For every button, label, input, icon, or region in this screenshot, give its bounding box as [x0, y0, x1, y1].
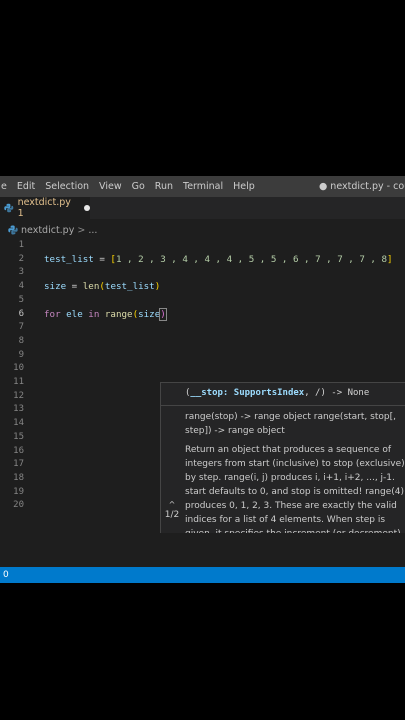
menu-file[interactable]: e	[0, 181, 12, 192]
line-number: 8	[18, 335, 24, 346]
code-token: =	[66, 281, 83, 293]
line-number: 9	[18, 349, 24, 360]
breadcrumb-file[interactable]: nextdict.py	[21, 225, 74, 236]
overload-nav: ^ 1/2	[163, 500, 181, 520]
line-number: 14	[13, 418, 24, 429]
code-line-4[interactable]: size = len(test_list)	[44, 280, 160, 293]
code-token: 1 , 2 , 3 , 4 , 4 , 4 , 5 , 5 , 6 , 7 , …	[115, 253, 387, 265]
signature-text: (__stop: SupportsIndex, /) -> None	[185, 388, 369, 398]
line-number: 10	[13, 363, 24, 374]
signature-help-popup: (__stop: SupportsIndex, /) -> None range…	[160, 382, 405, 533]
problems-count[interactable]: 0	[3, 570, 9, 580]
code-token: )	[154, 281, 161, 293]
code-token: test_list	[104, 281, 155, 293]
code-token: ]	[387, 253, 393, 265]
line-number: 11	[13, 377, 24, 387]
code-token: size	[44, 281, 67, 293]
doc-body: Return an object that produces a sequenc…	[185, 445, 405, 533]
line-number: 5	[18, 294, 24, 305]
line-number: 1	[18, 240, 24, 250]
menu-view[interactable]: View	[94, 181, 127, 192]
code-line-2[interactable]: test_list = [1 , 2 , 3 , 4 , 4 , 4 , 5 ,…	[44, 253, 393, 266]
line-number: 19	[13, 486, 24, 497]
code-token: len	[82, 281, 100, 293]
code-token: in	[88, 308, 100, 320]
tab-label: nextdict.py 1	[17, 197, 71, 219]
code-editor[interactable]: 1 2 3 4 5 6 7 8 9 10 11 12 13 14 15 16 1…	[0, 239, 405, 567]
code-token: ele	[60, 308, 89, 320]
code-line-6[interactable]: for ele in range(size)	[44, 307, 167, 321]
window-title: ● nextdict.py - courser	[319, 181, 405, 192]
menu-go[interactable]: Go	[127, 181, 150, 192]
python-file-icon	[8, 225, 18, 235]
signature-rest: , /) -> None	[304, 388, 370, 398]
menu-edit[interactable]: Edit	[12, 181, 40, 192]
line-number: 12	[13, 390, 24, 401]
menu-terminal[interactable]: Terminal	[178, 181, 228, 192]
line-number: 15	[13, 431, 24, 442]
line-number: 4	[18, 281, 24, 292]
menu-selection[interactable]: Selection	[40, 181, 94, 192]
line-number: 6	[18, 308, 24, 319]
line-number: 17	[13, 459, 24, 470]
menu-bar: e Edit Selection View Go Run Terminal He…	[0, 176, 405, 197]
code-token: test_list	[44, 253, 94, 265]
line-number: 3	[18, 267, 24, 278]
python-file-icon	[4, 203, 14, 213]
code-token: size	[138, 308, 161, 320]
breadcrumb-separator: >	[77, 224, 86, 236]
line-number: 20	[13, 500, 24, 511]
active-parameter: __stop: SupportsIndex	[190, 388, 305, 398]
unsaved-dot-icon[interactable]	[84, 205, 90, 211]
tab-bar: nextdict.py 1	[0, 197, 405, 219]
chevron-up-icon[interactable]: ^	[163, 500, 181, 510]
line-number: 13	[13, 404, 24, 415]
popup-divider	[161, 405, 405, 406]
menu-run[interactable]: Run	[150, 181, 178, 192]
code-token: range	[99, 308, 133, 320]
tab-nextdict[interactable]: nextdict.py 1	[0, 197, 90, 219]
overload-counter: 1/2	[164, 510, 180, 520]
breadcrumb: nextdict.py > ...	[0, 221, 97, 239]
line-number: 18	[13, 472, 24, 483]
status-bar: 0	[0, 567, 405, 583]
line-number: 7	[18, 322, 24, 333]
line-number: 2	[18, 253, 24, 264]
code-token: for	[44, 308, 61, 320]
line-number: 16	[13, 445, 24, 456]
vscode-window: e Edit Selection View Go Run Terminal He…	[0, 176, 405, 583]
doc-summary: range(stop) -> range object range(start,…	[185, 412, 396, 436]
code-token: =	[93, 253, 111, 265]
menu-help[interactable]: Help	[228, 181, 260, 192]
breadcrumb-symbols[interactable]: ...	[88, 225, 97, 236]
text-cursor	[165, 307, 167, 319]
